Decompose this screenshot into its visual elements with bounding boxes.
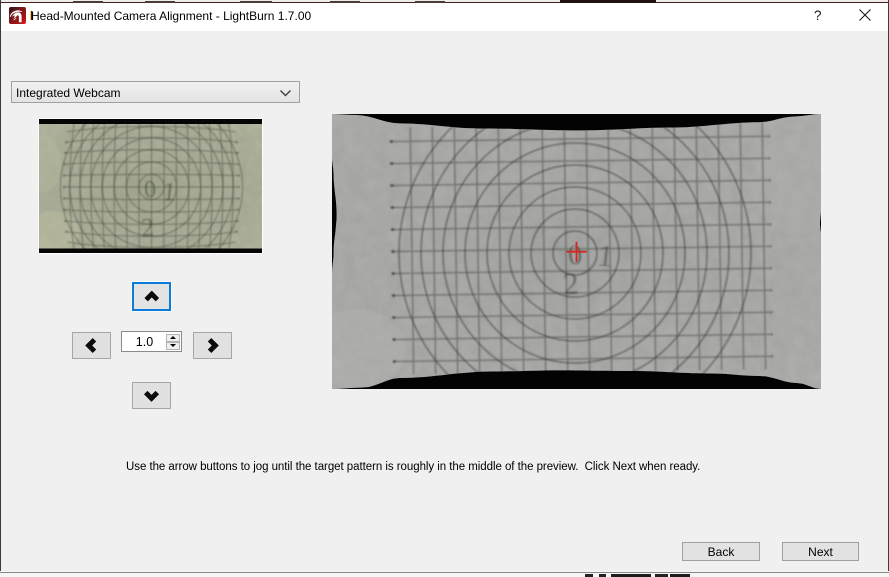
svg-text:0: 0 <box>143 177 157 204</box>
svg-text:2: 2 <box>562 266 579 302</box>
svg-text:2: 2 <box>140 213 154 243</box>
